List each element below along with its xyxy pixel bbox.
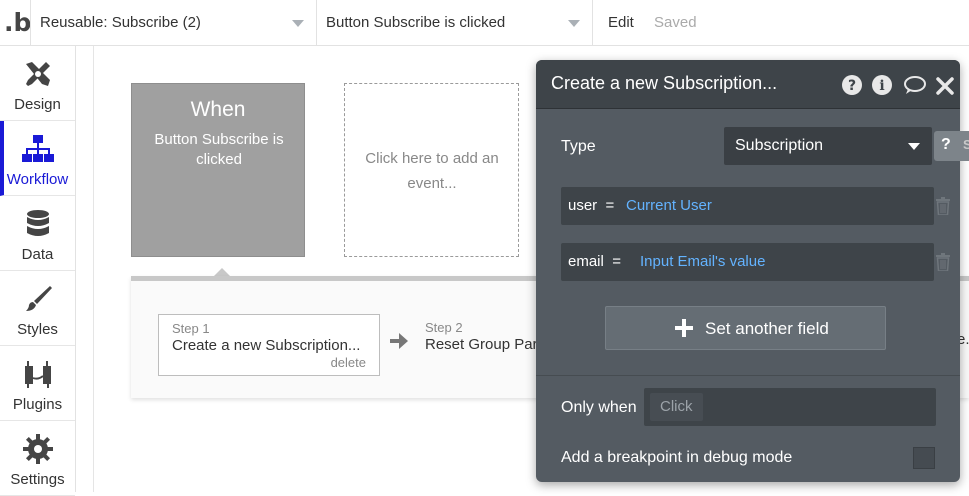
event-card-description: Button Subscribe is clicked — [154, 131, 284, 168]
edit-area: Edit Saved — [592, 0, 969, 46]
close-icon[interactable] — [936, 77, 954, 95]
plus-icon — [675, 319, 693, 337]
sidebar-item-styles[interactable]: Styles — [0, 271, 75, 346]
action-properties-modal: Create a new Subscription... ? i Type Su… — [536, 60, 969, 482]
add-event-placeholder[interactable]: Click here to add an event... — [344, 83, 519, 257]
breakpoint-checkbox[interactable] — [913, 447, 935, 469]
type-help-button[interactable]: ? S — [934, 131, 969, 161]
bubble-logo[interactable]: .b — [4, 8, 31, 38]
add-event-text: Click here to add an event... — [365, 150, 499, 192]
sidebar-item-label: Design — [14, 96, 61, 113]
saved-status: Saved — [654, 14, 697, 31]
sidebar-item-design[interactable]: Design — [0, 46, 75, 121]
set-another-field-button[interactable]: Set another field — [605, 306, 886, 350]
modal-header: Create a new Subscription... ? i — [536, 60, 960, 109]
type-label: Type — [561, 138, 596, 155]
sidebar-item-label: Styles — [17, 321, 58, 338]
only-when-input[interactable]: Click — [644, 388, 936, 426]
reusable-element-dropdown-label: Reusable: Subscribe (2) — [40, 14, 201, 31]
field-row-user[interactable]: user = Current User — [561, 187, 934, 225]
arrow-right-icon — [390, 333, 408, 349]
field-value[interactable]: Input Email's value — [640, 253, 765, 270]
event-dropdown-label: Button Subscribe is clicked — [326, 14, 506, 31]
sidebar-item-label: Data — [21, 246, 54, 263]
trash-icon[interactable] — [935, 253, 951, 271]
field-key: email = — [568, 253, 621, 270]
breakpoint-label: Add a breakpoint in debug mode — [561, 449, 793, 466]
brush-icon — [26, 286, 52, 311]
only-when-placeholder[interactable]: Click — [650, 393, 703, 421]
step-number: Step 1 — [172, 321, 210, 336]
gear-icon — [23, 434, 53, 464]
sidebar-item-label: Settings — [10, 471, 65, 488]
chevron-down-icon — [568, 20, 580, 27]
modal-title: Create a new Subscription... — [551, 73, 778, 93]
field-row-email[interactable]: email = Input Email's value — [561, 243, 934, 281]
reusable-element-dropdown[interactable]: Reusable: Subscribe (2) — [30, 0, 316, 46]
trash-icon[interactable] — [935, 197, 951, 215]
sidebar-item-data[interactable]: Data — [0, 196, 75, 271]
svg-text:i: i — [879, 78, 884, 94]
edit-menu[interactable]: Edit — [608, 0, 634, 46]
canvas-divider — [93, 46, 94, 492]
step-number: Step 2 — [425, 320, 463, 335]
plug-icon — [25, 361, 51, 388]
design-icon — [26, 62, 50, 86]
sidebar-item-label: Plugins — [12, 396, 63, 413]
modal-divider — [536, 375, 960, 376]
help-icon[interactable]: ? — [842, 75, 862, 95]
help-chip-s: S — [963, 137, 969, 152]
step-delete-link[interactable]: delete — [331, 355, 366, 370]
sidebar-item-settings[interactable]: Settings — [0, 421, 75, 496]
chevron-down-icon — [292, 20, 304, 27]
field-value[interactable]: Current User — [626, 197, 712, 214]
field-key: user = — [568, 197, 615, 214]
event-card[interactable]: When Button Subscribe is clicked — [131, 83, 305, 257]
top-bar: .b Reusable: Subscribe (2) Button Subscr… — [0, 0, 969, 46]
event-card-title: When — [190, 98, 246, 121]
event-dropdown[interactable]: Button Subscribe is clicked — [316, 0, 592, 46]
chevron-down-icon — [908, 143, 920, 150]
workflow-step-1[interactable]: Step 1 Create a new Subscription... dele… — [158, 314, 380, 376]
step-title: Reset Group Par — [425, 336, 538, 353]
sidebar-item-plugins[interactable]: Plugins — [0, 346, 75, 421]
workflow-icon — [22, 135, 54, 162]
step-title: Create a new Subscription... — [172, 337, 361, 354]
sidebar-item-workflow[interactable]: Workflow — [0, 121, 75, 196]
sidebar-item-label: Workflow — [6, 171, 69, 188]
svg-text:?: ? — [848, 78, 856, 94]
info-icon[interactable]: i — [872, 75, 892, 95]
database-icon — [27, 210, 49, 236]
left-sidebar: Design Workflow Data Styles Plugins Sett… — [0, 46, 76, 496]
only-when-label: Only when — [561, 399, 637, 416]
type-select-value: Subscription — [735, 137, 824, 154]
comment-icon[interactable] — [903, 75, 927, 95]
help-chip-q: ? — [941, 136, 951, 153]
set-another-field-label: Set another field — [705, 319, 829, 338]
type-select[interactable]: Subscription — [724, 127, 932, 165]
